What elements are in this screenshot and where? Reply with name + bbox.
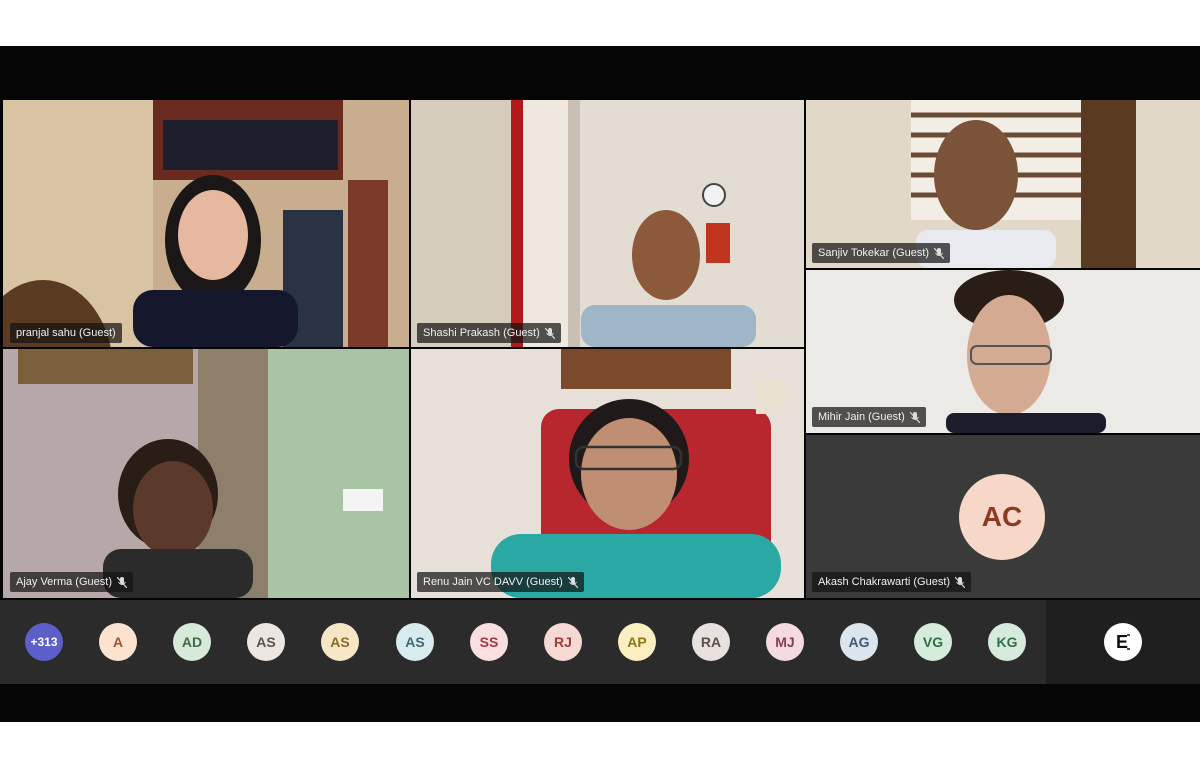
participant-name: Sanjiv Tokekar (Guest) xyxy=(818,247,930,259)
participant-avatar[interactable]: AD xyxy=(173,623,211,661)
participant-avatar[interactable]: AS xyxy=(396,623,434,661)
participant-avatar[interactable]: KG xyxy=(988,623,1026,661)
video-tile-renu-jain[interactable] xyxy=(411,349,804,598)
participant-avatar[interactable]: VG xyxy=(914,623,952,661)
participant-label: Renu Jain VC DAVV (Guest) xyxy=(417,572,584,592)
mic-muted-icon xyxy=(544,327,555,339)
participant-name: Ajay Verma (Guest) xyxy=(16,576,112,588)
mic-muted-icon xyxy=(909,411,920,423)
participant-avatar[interactable]: A xyxy=(99,623,137,661)
avatar: AC xyxy=(959,474,1045,560)
mic-muted-icon xyxy=(116,576,127,588)
participant-avatar[interactable]: AS xyxy=(247,623,285,661)
video-feed xyxy=(411,349,804,598)
overflow-count-button[interactable]: +313 xyxy=(25,623,63,661)
participant-label: Shashi Prakash (Guest) xyxy=(417,323,561,343)
participant-name: Mihir Jain (Guest) xyxy=(818,411,905,423)
participant-avatar[interactable]: AG xyxy=(840,623,878,661)
participant-avatar[interactable]: RA xyxy=(692,623,730,661)
participant-avatar[interactable]: MJ xyxy=(766,623,804,661)
participant-label: Sanjiv Tokekar (Guest) xyxy=(812,243,951,263)
participant-avatar[interactable]: SS xyxy=(470,623,508,661)
participant-name: Shashi Prakash (Guest) xyxy=(423,327,540,339)
participant-name: pranjal sahu (Guest) xyxy=(16,327,116,339)
mic-muted-icon xyxy=(567,576,578,588)
participant-avatar[interactable]: RJ xyxy=(544,623,582,661)
app-logo[interactable]: E xyxy=(1104,623,1142,661)
participant-label: Mihir Jain (Guest) xyxy=(812,407,926,427)
video-feed xyxy=(411,100,804,347)
svg-text:E: E xyxy=(1116,632,1128,652)
video-feed xyxy=(3,100,409,347)
participant-avatar[interactable]: AS xyxy=(321,623,359,661)
participant-label: pranjal sahu (Guest) xyxy=(10,323,122,343)
mic-muted-icon xyxy=(934,247,945,259)
participant-label: Akash Chakrawarti (Guest) xyxy=(812,572,972,592)
participant-label: Ajay Verma (Guest) xyxy=(10,572,133,592)
video-feed xyxy=(3,349,409,598)
mic-muted-icon xyxy=(955,576,966,588)
logo-icon: E xyxy=(1116,632,1130,652)
participant-name: Renu Jain VC DAVV (Guest) xyxy=(423,576,563,588)
participant-avatar[interactable]: AP xyxy=(618,623,656,661)
video-tile-ajay-verma[interactable] xyxy=(3,349,409,598)
video-tile-pranjal-sahu[interactable] xyxy=(3,100,409,347)
video-tile-shashi-prakash[interactable] xyxy=(411,100,804,347)
participant-name: Akash Chakrawarti (Guest) xyxy=(818,576,951,588)
